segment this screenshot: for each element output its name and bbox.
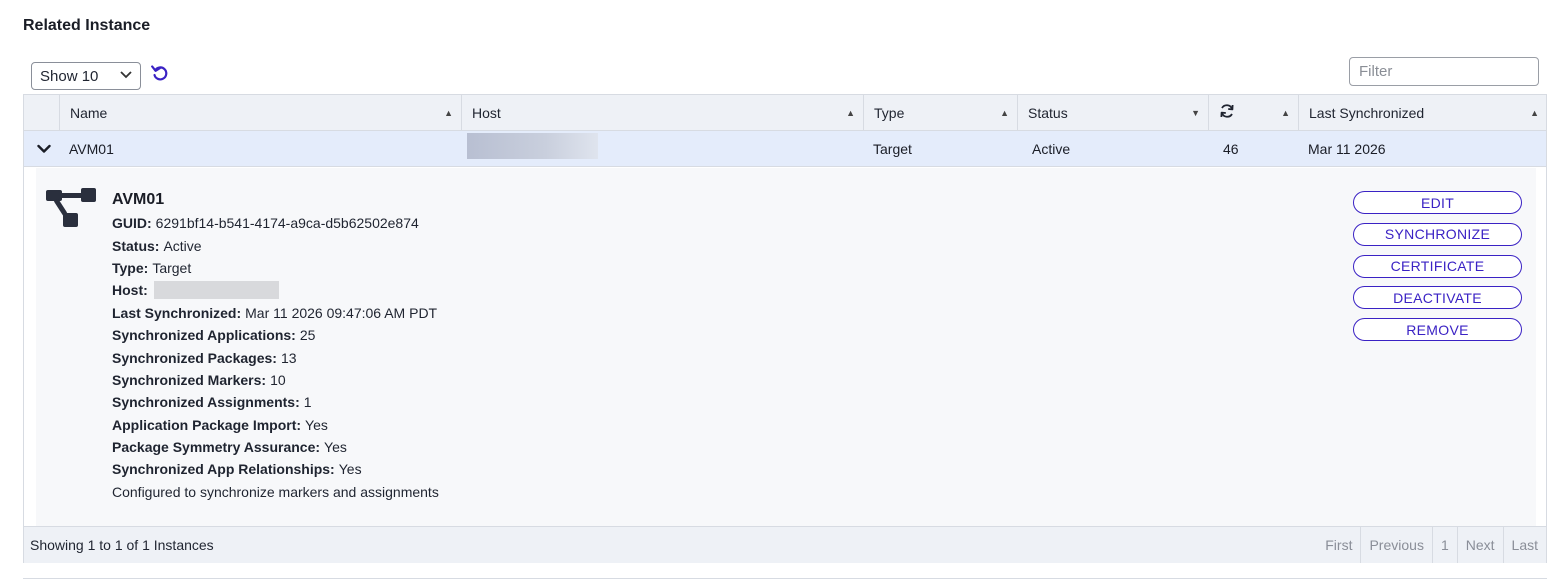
field-value: 13 bbox=[280, 349, 297, 366]
field-value: 1 bbox=[303, 394, 312, 411]
field-label: Synchronized Packages: bbox=[112, 349, 277, 366]
refresh-icon[interactable] bbox=[150, 63, 170, 83]
sort-asc-icon: ▲ bbox=[1530, 107, 1539, 118]
detail-field-sync-applications: Synchronized Applications: 25 bbox=[112, 324, 439, 346]
column-header-label: Name bbox=[70, 104, 108, 121]
detail-field-app-package-import: Application Package Import: Yes bbox=[112, 414, 439, 436]
column-header-host[interactable]: Host ▲ bbox=[461, 95, 863, 130]
field-label: Package Symmetry Assurance: bbox=[112, 439, 321, 456]
field-label: Type: bbox=[112, 259, 149, 276]
divider bbox=[23, 578, 1547, 579]
sort-desc-icon: ▼ bbox=[1191, 107, 1200, 118]
field-label: Status: bbox=[112, 237, 160, 254]
field-label: Host: bbox=[112, 282, 148, 299]
filter-input[interactable] bbox=[1349, 57, 1539, 86]
chevron-down-icon bbox=[120, 70, 132, 82]
detail-field-status: Status: Active bbox=[112, 234, 439, 256]
detail-title: AVM01 bbox=[112, 191, 165, 208]
sort-asc-icon: ▲ bbox=[1281, 107, 1290, 118]
column-header-last-synchronized[interactable]: Last Synchronized ▲ bbox=[1298, 95, 1547, 130]
page-size-value: Show 10 bbox=[40, 67, 99, 85]
field-label: Synchronized Markers: bbox=[112, 371, 267, 388]
instances-table: Name ▲ Host ▲ Type ▲ Status ▼ ▲ Last Syn… bbox=[23, 94, 1547, 563]
detail-field-app-relationships: Synchronized App Relationships: Yes bbox=[112, 458, 439, 480]
certificate-button[interactable]: CERTIFICATE bbox=[1353, 254, 1522, 278]
sort-asc-icon: ▲ bbox=[846, 107, 855, 118]
cell-host-redacted bbox=[467, 133, 598, 159]
field-label: Application Package Import: bbox=[112, 416, 302, 433]
pagination-previous[interactable]: Previous bbox=[1360, 527, 1431, 563]
detail-fields: GUID: 6291bf14-b541-4174-a9ca-d5b62502e87… bbox=[112, 212, 439, 503]
instance-detail-panel: AVM01 GUID: 6291bf14-b541-4174-a9ca-d5b62… bbox=[36, 168, 1536, 526]
field-value: Active bbox=[163, 237, 202, 254]
cell-sync-count: 46 bbox=[1223, 141, 1239, 157]
detail-field-last-synchronized: Last Synchronized: Mar 11 2026 09:47:06 A… bbox=[112, 302, 439, 324]
detail-field-sync-assignments: Synchronized Assignments: 1 bbox=[112, 391, 439, 413]
column-header-sync-count[interactable]: ▲ bbox=[1208, 95, 1298, 130]
pagination-page[interactable]: 1 bbox=[1431, 527, 1457, 563]
sync-icon bbox=[1219, 103, 1235, 122]
column-header-name[interactable]: Name ▲ bbox=[59, 95, 461, 130]
sort-asc-icon: ▲ bbox=[444, 107, 453, 118]
host-redacted bbox=[153, 281, 279, 300]
expand-column-header bbox=[24, 95, 59, 130]
table-footer: Showing 1 to 1 of 1 Instances First Prev… bbox=[24, 526, 1546, 563]
section-title: Related Instance bbox=[23, 17, 151, 34]
column-header-type[interactable]: Type ▲ bbox=[863, 95, 1017, 130]
cell-status: Active bbox=[1032, 141, 1071, 157]
table-row[interactable]: AVM01 Target Active 46 Mar 11 2026 bbox=[24, 131, 1546, 167]
detail-field-sync-markers: Synchronized Markers: 10 bbox=[112, 369, 439, 391]
field-label: Last Synchronized: bbox=[112, 304, 242, 321]
detail-field-sync-packages: Synchronized Packages: 13 bbox=[112, 346, 439, 368]
detail-note: Configured to synchronize markers and as… bbox=[112, 483, 439, 500]
field-value: Mar 11 2026 09:47:06 AM PDT bbox=[245, 304, 438, 321]
detail-actions: EDIT SYNCHRONIZE CERTIFICATE DEACTIVATE … bbox=[1353, 191, 1523, 350]
field-value: 10 bbox=[270, 371, 286, 388]
column-header-label: Last Synchronized bbox=[1309, 104, 1425, 121]
detail-field-type: Type: Target bbox=[112, 257, 439, 279]
cell-last-synchronized: Mar 11 2026 bbox=[1308, 141, 1386, 157]
field-value: Yes bbox=[338, 461, 362, 478]
instance-hierarchy-icon bbox=[46, 188, 98, 237]
field-value: 25 bbox=[299, 327, 316, 344]
column-header-label: Type bbox=[874, 104, 905, 121]
chevron-down-icon[interactable] bbox=[34, 139, 54, 159]
table-header: Name ▲ Host ▲ Type ▲ Status ▼ ▲ Last Syn… bbox=[24, 95, 1546, 131]
field-value: Target bbox=[152, 259, 192, 276]
page-size-select[interactable]: Show 10 bbox=[31, 62, 141, 90]
pagination: First Previous 1 Next Last bbox=[1317, 527, 1546, 563]
detail-field-package-symmetry: Package Symmetry Assurance: Yes bbox=[112, 436, 439, 458]
sort-asc-icon: ▲ bbox=[1000, 107, 1009, 118]
field-value: Yes bbox=[324, 439, 347, 456]
column-header-status[interactable]: Status ▼ bbox=[1017, 95, 1208, 130]
cell-name: AVM01 bbox=[69, 141, 114, 157]
field-label: GUID: bbox=[112, 215, 152, 232]
field-value: 6291bf14-b541-4174-a9ca-d5b62502e874 bbox=[155, 215, 419, 232]
detail-field-guid: GUID: 6291bf14-b541-4174-a9ca-d5b62502e87… bbox=[112, 212, 439, 234]
field-value: Yes bbox=[305, 416, 328, 433]
pagination-first[interactable]: First bbox=[1317, 527, 1360, 563]
column-header-label: Host bbox=[472, 104, 501, 121]
column-header-label: Status bbox=[1028, 104, 1068, 121]
deactivate-button[interactable]: DEACTIVATE bbox=[1353, 286, 1522, 310]
pagination-last[interactable]: Last bbox=[1502, 527, 1546, 563]
edit-button[interactable]: EDIT bbox=[1353, 191, 1522, 214]
cell-type: Target bbox=[873, 141, 912, 157]
pagination-next[interactable]: Next bbox=[1456, 527, 1503, 563]
detail-field-host: Host: bbox=[112, 279, 439, 301]
field-label: Synchronized Assignments: bbox=[112, 394, 300, 411]
field-label: Synchronized App Relationships: bbox=[112, 461, 335, 478]
remove-button[interactable]: REMOVE bbox=[1353, 318, 1522, 342]
pagination-info: Showing 1 to 1 of 1 Instances bbox=[30, 537, 214, 553]
field-label: Synchronized Applications: bbox=[112, 327, 296, 344]
synchronize-button[interactable]: SYNCHRONIZE bbox=[1353, 222, 1522, 246]
